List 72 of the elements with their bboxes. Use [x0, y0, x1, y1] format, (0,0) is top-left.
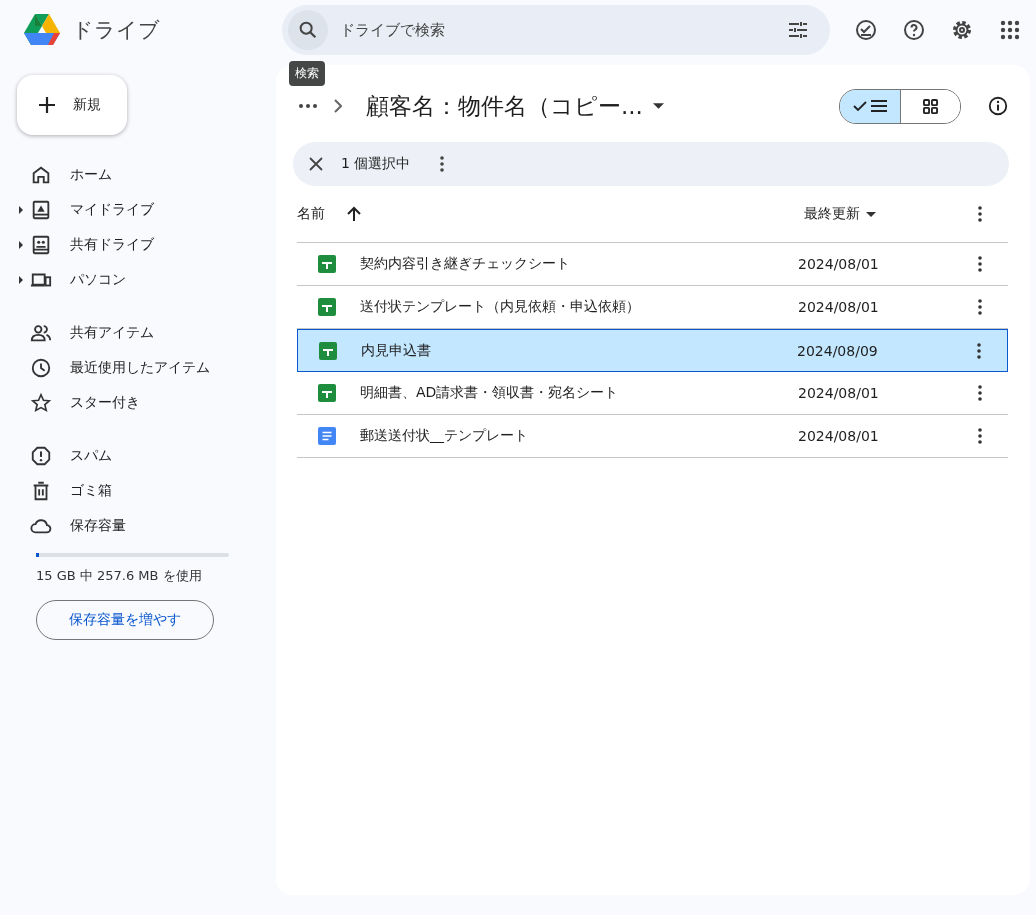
spreadsheet-icon: [318, 298, 336, 316]
grid-icon: [923, 98, 938, 114]
more-vertical-icon[interactable]: [978, 385, 982, 401]
expand-caret-icon[interactable]: [19, 205, 23, 214]
list-view-button[interactable]: [840, 89, 900, 123]
modified-column-header[interactable]: 最終更新: [804, 205, 876, 223]
help-icon[interactable]: [902, 18, 926, 42]
modified-date: 2024/08/01: [798, 256, 880, 272]
modified-date: 2024/08/01: [798, 385, 880, 401]
drive-icon: [30, 198, 52, 221]
search-icon[interactable]: [288, 10, 328, 50]
dropdown-icon: [652, 103, 664, 109]
document-icon: [318, 427, 336, 445]
selection-count: 1 個選択中: [341, 155, 411, 173]
sidebar-item[interactable]: パソコン: [17, 262, 267, 297]
star-icon: [30, 391, 52, 414]
sidebar-item[interactable]: 保存容量: [17, 508, 267, 543]
new-button[interactable]: 新規: [17, 75, 127, 135]
search-bar[interactable]: ドライブで検索: [282, 5, 830, 55]
more-vertical-icon[interactable]: [978, 256, 982, 272]
modified-date: 2024/08/01: [798, 299, 880, 315]
sidebar-item[interactable]: ゴミ箱: [17, 473, 267, 508]
storage-usage: 15 GB 中 257.6 MB を使用: [36, 567, 203, 585]
spreadsheet-icon: [318, 384, 336, 402]
check-icon: [853, 101, 867, 111]
expand-caret-icon[interactable]: [19, 275, 23, 284]
sidebar-item[interactable]: 共有アイテム: [17, 315, 267, 350]
sidebar-item[interactable]: 共有ドライブ: [17, 227, 267, 262]
file-row[interactable]: 明細書、AD請求書・領収書・宛名シート 2024/08/01: [297, 372, 1008, 415]
more-vertical-icon[interactable]: [978, 299, 982, 315]
sidebar-item[interactable]: ホーム: [17, 157, 267, 192]
file-row[interactable]: 内見申込書 2024/08/09: [297, 329, 1008, 372]
sidebar-item[interactable]: マイドライブ: [17, 192, 267, 227]
file-row[interactable]: 郵送送付状__テンプレート 2024/08/01: [297, 415, 1008, 458]
spreadsheet-icon: [319, 341, 337, 360]
search-tooltip: 検索: [289, 61, 325, 86]
clock-icon: [30, 356, 52, 379]
modified-date: 2024/08/01: [798, 428, 880, 444]
settings-icon[interactable]: [950, 18, 974, 42]
drive-logo-icon: [22, 12, 62, 48]
file-name: 内見申込書: [361, 341, 432, 360]
file-name: 明細書、AD請求書・領収書・宛名シート: [360, 384, 620, 402]
file-row[interactable]: 契約内容引き継ぎチェックシート 2024/08/01: [297, 243, 1008, 286]
app-name: ドライブ: [72, 17, 160, 44]
chevron-right-icon: [334, 99, 342, 113]
more-vertical-icon[interactable]: [978, 206, 982, 222]
dropdown-icon: [866, 211, 876, 217]
modified-date: 2024/08/09: [797, 342, 879, 359]
alert-icon: [30, 444, 52, 467]
expand-caret-icon[interactable]: [19, 240, 23, 249]
check-circle-icon[interactable]: [854, 18, 878, 42]
file-name: 送付状テンプレート（内見依頼・申込依頼）: [360, 298, 641, 316]
sidebar-item[interactable]: スパム: [17, 438, 267, 473]
grid-view-button[interactable]: [900, 89, 960, 123]
more-vertical-icon[interactable]: [978, 428, 982, 444]
search-field[interactable]: ドライブで検索: [328, 20, 786, 40]
more-vertical-icon[interactable]: [977, 342, 981, 359]
name-column-header[interactable]: 名前: [297, 205, 325, 223]
sort-up-arrow-icon[interactable]: [347, 206, 361, 222]
sidebar-item[interactable]: スター付き: [17, 385, 267, 420]
file-name: 契約内容引き継ぎチェックシート: [360, 255, 571, 273]
sidebar-item[interactable]: 最近使用したアイテム: [17, 350, 267, 385]
more-vertical-icon[interactable]: [440, 156, 445, 172]
spreadsheet-icon: [318, 255, 336, 273]
more-horizontal-icon[interactable]: [298, 103, 318, 109]
file-name: 郵送送付状__テンプレート: [360, 427, 529, 445]
list-icon: [871, 100, 887, 112]
info-icon[interactable]: [987, 95, 1009, 117]
shared-drive-icon: [30, 233, 52, 256]
apps-grid-icon[interactable]: [998, 18, 1022, 42]
folder-title[interactable]: 顧客名：物件名（コピー...: [358, 90, 664, 122]
close-icon[interactable]: [309, 157, 323, 171]
